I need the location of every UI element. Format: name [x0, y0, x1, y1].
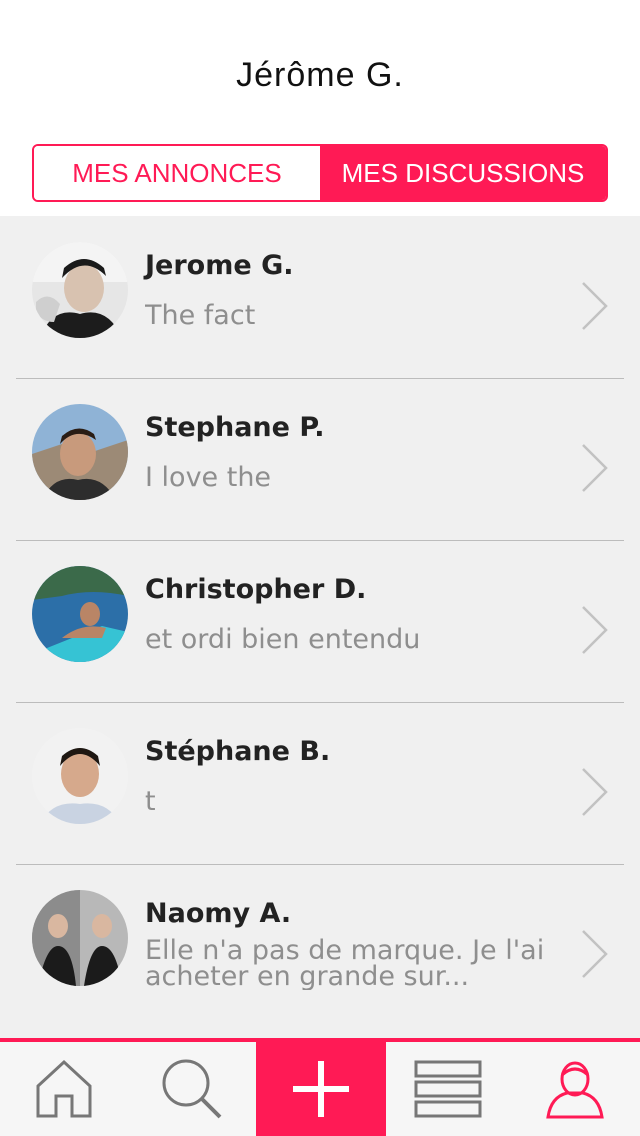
conversation-message: t [145, 786, 156, 817]
conversation-name: Christopher D. [145, 574, 367, 605]
tab-home[interactable] [0, 1042, 128, 1136]
tab-listings[interactable] [386, 1042, 510, 1136]
conversation-row[interactable]: Stephane P. I love the [0, 378, 640, 540]
tab-profile[interactable] [510, 1042, 640, 1136]
profile-icon [546, 1061, 604, 1119]
avatar [32, 728, 128, 824]
plus-icon [293, 1061, 349, 1117]
chevron-right-icon [580, 442, 610, 494]
chevron-right-icon [580, 766, 610, 818]
tab-bar [0, 1038, 640, 1136]
chevron-right-icon [580, 928, 610, 980]
page-title: Jérôme G. [236, 56, 404, 94]
avatar [32, 890, 128, 986]
conversation-list: Jerome G. The fact Stephane P. I love th… [0, 216, 640, 1038]
conversation-message: Elle n'a pas de marque. Je l'ai acheter … [145, 938, 545, 990]
conversation-name: Naomy A. [145, 898, 292, 929]
conversation-row[interactable]: Christopher D. et ordi bien entendu [0, 540, 640, 702]
conversation-row[interactable]: Naomy A. Elle n'a pas de marque. Je l'ai… [0, 864, 640, 1026]
tab-mes-discussions[interactable]: MES DISCUSSIONS [320, 146, 606, 200]
list-icon [414, 1060, 482, 1118]
conversation-message: I love the [145, 462, 272, 493]
chevron-right-icon [580, 604, 610, 656]
search-icon [162, 1059, 222, 1119]
home-icon [36, 1059, 92, 1118]
conversation-message: et ordi bien entendu [145, 624, 421, 655]
chevron-right-icon [580, 280, 610, 332]
conversation-row[interactable]: Jerome G. The fact [0, 216, 640, 378]
conversation-message: The fact [145, 300, 256, 331]
tab-search[interactable] [128, 1042, 256, 1136]
conversation-row[interactable]: Stéphane B. t [0, 702, 640, 864]
conversation-name: Jerome G. [145, 250, 294, 281]
header: Jérôme G. MES ANNONCES MES DISCUSSIONS [0, 0, 640, 216]
avatar [32, 566, 128, 662]
tab-mes-annonces[interactable]: MES ANNONCES [34, 146, 320, 200]
segmented-control: MES ANNONCES MES DISCUSSIONS [32, 144, 608, 202]
conversation-name: Stephane P. [145, 412, 325, 443]
conversation-name: Stéphane B. [145, 736, 331, 767]
avatar [32, 404, 128, 500]
tab-add[interactable] [256, 1042, 386, 1136]
avatar [32, 242, 128, 338]
